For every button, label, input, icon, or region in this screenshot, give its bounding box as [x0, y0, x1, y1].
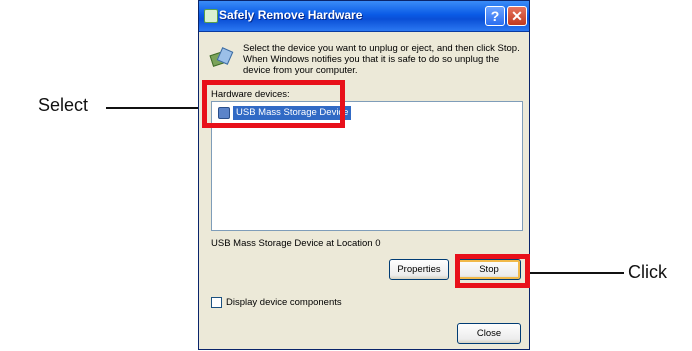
- display-components-label: Display device components: [226, 297, 342, 308]
- select-callout-line: [106, 107, 202, 109]
- title-bar[interactable]: Safely Remove Hardware ? ✕: [199, 1, 529, 32]
- close-button-label: Close: [476, 328, 502, 339]
- safely-remove-icon: [204, 9, 218, 23]
- hardware-icon: [209, 47, 234, 67]
- close-icon: ✕: [511, 7, 523, 24]
- safely-remove-hardware-window: Safely Remove Hardware ? ✕ Select the de…: [198, 0, 530, 350]
- dialog-content: Select the device you want to unplug or …: [199, 31, 529, 351]
- window-title: Safely Remove Hardware: [219, 8, 363, 22]
- help-icon: ?: [490, 8, 500, 24]
- display-components-option[interactable]: Display device components: [211, 297, 342, 308]
- click-callout-label: Click: [628, 262, 667, 282]
- display-components-checkbox[interactable]: [211, 297, 222, 308]
- close-window-button[interactable]: ✕: [507, 6, 527, 26]
- close-button[interactable]: Close: [457, 323, 521, 344]
- properties-button[interactable]: Properties: [389, 259, 449, 280]
- properties-button-label: Properties: [397, 264, 441, 275]
- device-location-text: USB Mass Storage Device at Location 0: [211, 238, 381, 249]
- instruction-text: Select the device you want to unplug or …: [243, 43, 520, 76]
- select-callout-label: Select: [38, 95, 89, 115]
- click-callout-line: [530, 272, 624, 274]
- help-button[interactable]: ?: [485, 6, 505, 26]
- select-highlight-box: [202, 80, 345, 128]
- stop-highlight-box: [455, 254, 530, 288]
